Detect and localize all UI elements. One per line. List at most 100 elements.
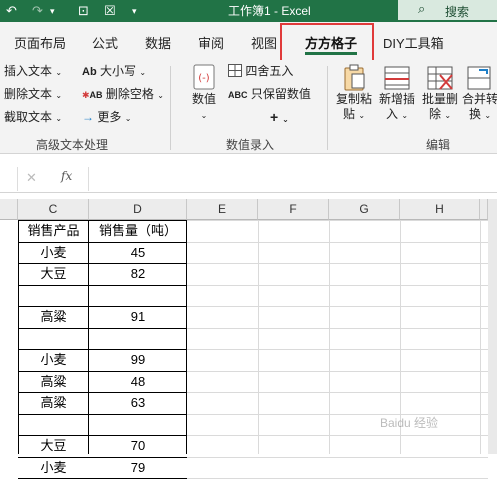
column-header-i[interactable] — [480, 199, 488, 220]
delete-space-icon: ✱AB — [82, 90, 103, 100]
copy-paste-button[interactable]: 复制粘 贴 ⌄ — [333, 64, 375, 123]
more-button[interactable]: → 更多 ⌄ — [82, 110, 131, 126]
gridline — [187, 263, 488, 264]
chevron-down-icon: ⌄ — [55, 114, 63, 123]
plus-button[interactable]: + ⌄ — [270, 110, 289, 127]
plus-icon: + — [270, 109, 279, 125]
chevron-down-icon: ⌄ — [55, 91, 63, 100]
quantity-cell[interactable]: 45 — [89, 243, 187, 263]
quantity-cell[interactable]: 99 — [89, 350, 187, 370]
product-cell[interactable]: 高粱 — [18, 393, 89, 413]
header-product-cell[interactable]: 销售产品 — [18, 221, 89, 241]
tab-review[interactable]: 审阅 — [198, 33, 224, 52]
gridline — [187, 349, 488, 350]
new-insert-button[interactable]: 新增插 入 ⌄ — [376, 64, 418, 123]
delete-space-button[interactable]: ✱AB 删除空格 ⌄ — [82, 87, 164, 103]
case-button[interactable]: Ab 大小写 ⌄ — [82, 64, 146, 80]
extract-text-button[interactable]: 截取文本 ⌄ — [4, 110, 62, 126]
name-box[interactable] — [0, 167, 18, 191]
merge-convert-button[interactable]: 合并转 换 ⌄ — [461, 64, 497, 123]
gridline — [187, 414, 488, 415]
column-header-h[interactable]: H — [400, 199, 480, 220]
insert-rows-icon — [382, 64, 412, 90]
round-icon — [228, 64, 245, 78]
product-cell[interactable]: 小麦 — [18, 350, 89, 370]
delete-text-button[interactable]: 删除文本 ⌄ — [4, 87, 62, 103]
search-icon: ⌕ — [418, 1, 426, 16]
extract-text-label: 截取文本 — [4, 110, 53, 124]
chevron-down-icon: ⌄ — [358, 111, 366, 120]
case-label: 大小写 — [100, 64, 137, 78]
formula-input[interactable] — [88, 167, 497, 191]
undo-icon[interactable]: ↶ — [6, 2, 17, 20]
column-header-c[interactable]: C — [18, 199, 89, 220]
window-title: 工作簿1 - Excel — [228, 4, 311, 18]
gridline — [187, 306, 488, 307]
column-header-d[interactable]: D — [89, 199, 187, 220]
ribbon-separator — [170, 66, 171, 150]
product-cell[interactable]: 小麦 — [18, 458, 89, 478]
tab-formulas[interactable]: 公式 — [92, 33, 118, 52]
tab-view[interactable]: 视图 — [251, 33, 277, 52]
vertical-scrollbar[interactable] — [488, 199, 497, 454]
search-box[interactable]: ⌕ 搜索 — [398, 0, 497, 20]
tab-page-layout[interactable]: 页面布局 — [14, 33, 66, 52]
tab-diy-toolbox[interactable]: DIY工具箱 — [383, 33, 444, 52]
quantity-cell[interactable]: 48 — [89, 372, 187, 392]
insert-text-button[interactable]: 插入文本 ⌄ — [4, 64, 62, 80]
chevron-down-icon: ⌄ — [401, 111, 409, 120]
chevron-down-icon: ⌄ — [444, 111, 452, 120]
product-cell[interactable]: 大豆 — [18, 436, 89, 456]
cancel-icon[interactable]: ✕ — [26, 170, 37, 186]
svg-text:(-): (-) — [198, 73, 210, 84]
keep-numeric-icon: ABC — [228, 90, 248, 100]
column-header-g[interactable]: G — [329, 199, 400, 220]
batch-delete-label: 批量删 — [421, 92, 458, 106]
quantity-cell[interactable]: 79 — [89, 458, 187, 478]
product-cell[interactable]: 小麦 — [18, 243, 89, 263]
numeric-label: 数值 — [191, 92, 216, 106]
merge-convert-icon — [465, 64, 495, 90]
quantity-cell[interactable]: 63 — [89, 393, 187, 413]
insert-text-label: 插入文本 — [4, 64, 53, 78]
batch-delete-button[interactable]: 批量删 除 ⌄ — [419, 64, 461, 123]
gridline — [187, 457, 488, 458]
group-advanced-text: 高级文本处理 — [36, 138, 109, 152]
redo-dropdown-icon[interactable]: ▾ — [50, 2, 55, 20]
quantity-cell[interactable]: 70 — [89, 436, 187, 456]
gridline — [329, 220, 330, 454]
merge-convert-label: 合并转 — [461, 92, 497, 106]
ribbon-panel: 插入文本 ⌄ 删除文本 ⌄ 截取文本 ⌄ Ab 大小写 ⌄ ✱AB 删除空格 ⌄… — [0, 60, 497, 154]
gridline — [187, 220, 488, 221]
quantity-cell[interactable]: 82 — [89, 264, 187, 284]
product-cell[interactable]: 高粱 — [18, 372, 89, 392]
customize-quick-access-icon[interactable]: ▾ — [132, 2, 137, 20]
header-quantity-cell[interactable]: 销售量（吨） — [89, 221, 187, 241]
column-header-f[interactable]: F — [258, 199, 329, 220]
select-all-corner[interactable] — [0, 199, 18, 220]
clipboard-icon — [339, 64, 369, 91]
keep-numeric-button[interactable]: ABC 只保留数值 — [228, 87, 311, 102]
chevron-down-icon: ⌄ — [200, 111, 208, 120]
table-border — [18, 414, 187, 415]
gridline — [187, 242, 488, 243]
chevron-down-icon: ⌄ — [484, 111, 492, 120]
quantity-cell[interactable]: 91 — [89, 307, 187, 327]
column-header-e[interactable]: E — [187, 199, 258, 220]
insert-function-icon[interactable]: fx — [61, 169, 72, 183]
redo-icon[interactable]: ↷ — [32, 2, 43, 20]
gridline — [187, 328, 488, 329]
title-bar: ↶ ↷ ▾ ⊡ ☒ ▾ 工作簿1 - Excel ⌕ 搜索 — [0, 0, 497, 22]
numeric-button[interactable]: (-) 数值 ⌄ — [184, 64, 224, 123]
tab-data[interactable]: 数据 — [145, 33, 171, 52]
chevron-down-icon: ⌄ — [139, 68, 147, 77]
round-label: 四舍五入 — [245, 64, 294, 78]
chevron-down-icon: ⌄ — [55, 68, 63, 77]
product-cell[interactable]: 高粱 — [18, 307, 89, 327]
excel-tool-icon[interactable]: ☒ — [104, 2, 116, 20]
product-cell[interactable]: 大豆 — [18, 264, 89, 284]
tool-icon[interactable]: ⊡ — [78, 2, 89, 20]
chevron-down-icon: ⌄ — [124, 114, 132, 123]
batch-delete-label-2: 除 — [428, 107, 441, 121]
round-button[interactable]: 四舍五入 — [228, 64, 293, 78]
